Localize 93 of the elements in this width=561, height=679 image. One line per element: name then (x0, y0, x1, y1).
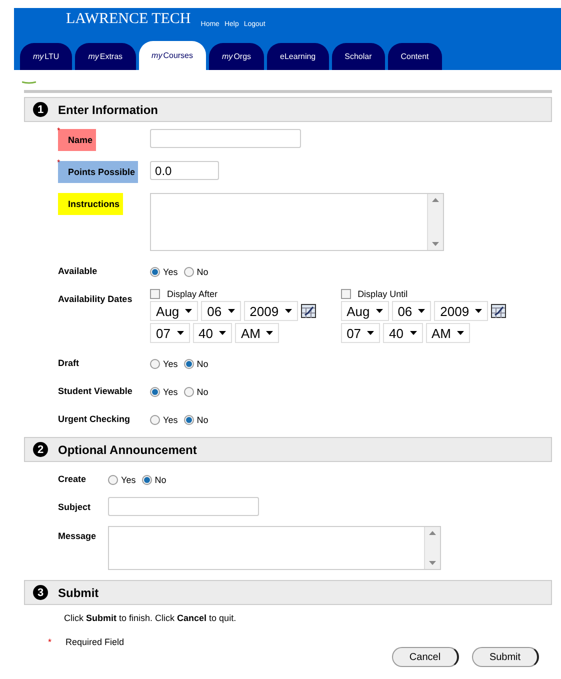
required-mark: * (57, 126, 60, 135)
field-label: Draft (58, 357, 80, 370)
field-label: Available (58, 265, 98, 278)
dropdown[interactable]: AM (426, 323, 470, 343)
radio-button[interactable] (184, 387, 194, 397)
checkbox[interactable] (340, 289, 351, 299)
radio-button[interactable] (184, 359, 194, 369)
number-field[interactable]: 0.0 (150, 161, 220, 180)
nav-tab[interactable]: Scholar (332, 43, 385, 70)
section-title: Enter Information (58, 102, 158, 116)
radio-button[interactable] (150, 359, 160, 369)
radio-label: No (196, 387, 208, 397)
form-button[interactable]: Cancel (392, 647, 459, 667)
field-label: Instructions (58, 193, 123, 215)
radio-button[interactable] (184, 267, 194, 277)
dropdown[interactable]: 06 (392, 301, 432, 321)
radio-label: Yes (121, 475, 136, 485)
radio-label: Yes (163, 387, 178, 397)
radio-label: Yes (163, 359, 178, 369)
caret-icon (266, 331, 274, 335)
dropdown[interactable]: 40 (383, 323, 422, 343)
calendar-icon[interactable] (491, 304, 506, 318)
caret-icon (367, 331, 374, 335)
caret-icon (185, 309, 192, 313)
dropdown[interactable]: 2009 (244, 301, 298, 321)
checkbox[interactable] (150, 289, 160, 299)
caret-icon (284, 309, 292, 313)
radio-button[interactable] (150, 267, 160, 277)
nav-tab[interactable]: eLearning (267, 43, 329, 70)
field-label: Name (58, 129, 96, 151)
text-field[interactable] (150, 129, 302, 148)
dropdown[interactable]: Aug (150, 301, 198, 321)
radio-label: No (196, 267, 208, 277)
dropdown[interactable]: AM (234, 323, 280, 343)
required-note: Required Field (66, 637, 124, 647)
calendar-icon[interactable] (300, 304, 316, 318)
nav-tab[interactable]: myCourses (138, 41, 206, 70)
form-button[interactable]: Submit (472, 647, 539, 667)
required-mark: * (57, 158, 60, 167)
nav-tab[interactable]: Content (388, 43, 442, 70)
caret-icon (457, 331, 464, 335)
text-area[interactable] (150, 193, 444, 251)
radio-button[interactable] (150, 387, 160, 397)
radio-label: Yes (163, 415, 178, 425)
caret-icon (218, 331, 226, 335)
down-arrow-icon[interactable] (429, 561, 436, 565)
dropdown[interactable]: 06 (201, 301, 241, 321)
field-label: Message (58, 530, 96, 543)
caret-icon (376, 309, 383, 313)
required-mark: * (48, 637, 52, 647)
scrollbar[interactable] (427, 194, 444, 250)
caret-icon (410, 331, 416, 335)
step-number: 1 (33, 102, 48, 117)
section-title: Submit (58, 586, 99, 600)
radio-label: No (196, 359, 208, 369)
nav-tab[interactable]: myExtras (75, 43, 136, 70)
section-title: Optional Announcement (58, 442, 197, 456)
field-label: Subject (58, 501, 91, 514)
checkbox-label: Display After (167, 289, 218, 299)
submit-instructions: Click Submit to finish. Click Cancel to quit. (63, 612, 238, 623)
step-number: 2 (33, 442, 48, 457)
radio-button[interactable] (108, 475, 118, 485)
radio-button[interactable] (184, 415, 194, 425)
scrollbar[interactable] (424, 527, 440, 569)
checkbox-label: Display Until (358, 289, 408, 299)
caret-icon (418, 309, 426, 313)
caret-icon (228, 309, 235, 313)
step-number: 3 (33, 585, 48, 600)
field-label: Create (58, 473, 86, 486)
up-arrow-icon[interactable] (429, 531, 436, 535)
field-label: Student Viewable (58, 385, 132, 398)
radio-label: Yes (163, 267, 178, 277)
down-arrow-icon[interactable] (432, 242, 440, 246)
caret-icon (176, 331, 184, 335)
field-label: Availability Dates (58, 293, 132, 306)
text-field[interactable] (108, 497, 260, 516)
text-area[interactable] (108, 526, 442, 570)
dropdown[interactable]: 07 (150, 323, 190, 343)
radio-button[interactable] (142, 475, 152, 485)
dropdown[interactable]: 40 (192, 323, 232, 343)
up-arrow-icon[interactable] (432, 198, 440, 202)
nav-tab[interactable]: myOrgs (209, 43, 264, 70)
radio-button[interactable] (150, 415, 160, 425)
dropdown[interactable]: 2009 (434, 301, 488, 321)
field-label: Urgent Checking (58, 413, 130, 426)
dropdown[interactable]: 07 (340, 323, 380, 343)
field-label: Points Possible (58, 161, 138, 183)
dropdown[interactable]: Aug (340, 301, 389, 321)
radio-label: No (196, 415, 208, 425)
caret-icon (475, 309, 482, 313)
logo-text: LAWRENCE TECH (66, 11, 191, 28)
nav-tab[interactable]: myLTU (20, 43, 72, 70)
radio-label: No (154, 475, 166, 485)
